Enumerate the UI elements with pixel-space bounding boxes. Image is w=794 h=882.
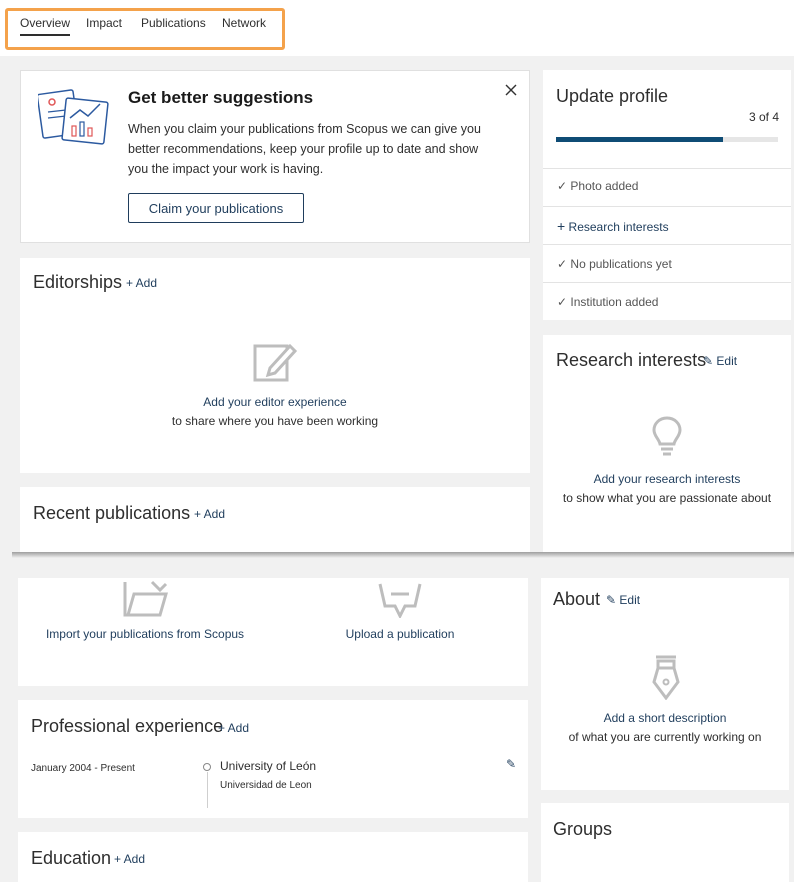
- about-title: About: [553, 589, 601, 609]
- profile-progress-track: [556, 137, 778, 142]
- education-add-button[interactable]: + Add: [114, 852, 145, 866]
- editorships-add-button[interactable]: + Add: [126, 276, 157, 290]
- editorships-empty-text: to share where you have been working: [171, 414, 379, 428]
- timeline-line: [207, 772, 208, 808]
- update-profile-list: ✓ Photo added + Research interests ✓ No …: [543, 168, 791, 320]
- lightbulb-icon: [652, 416, 682, 456]
- tab-overview[interactable]: Overview: [20, 16, 71, 36]
- check-icon: ✓: [557, 257, 568, 271]
- pencil-icon: ✎: [703, 354, 714, 368]
- add-editor-experience-link[interactable]: Add your editor experience: [20, 395, 530, 409]
- tab-network[interactable]: Network: [222, 16, 266, 30]
- update-profile-count: 3 of 4: [749, 110, 780, 124]
- profile-item-research-interests[interactable]: + Research interests: [557, 218, 669, 234]
- suggestion-title: Get better suggestions: [128, 88, 314, 107]
- education-title: Education: [31, 848, 112, 868]
- profile-item-institution: ✓ Institution added: [557, 295, 658, 309]
- edit-label: Edit: [619, 593, 641, 607]
- editorships-title: Editorships: [33, 272, 123, 292]
- profile-item-label: Photo added: [570, 179, 639, 193]
- experience-subtitle: Universidad de Leon: [220, 780, 312, 791]
- import-from-scopus-link[interactable]: Import your publications from Scopus: [20, 627, 270, 641]
- update-profile-title: Update profile: [556, 86, 669, 106]
- import-folder-icon: [123, 580, 168, 617]
- research-interests-edit-button[interactable]: ✎ Edit: [703, 354, 737, 368]
- recent-publications-add-button[interactable]: + Add: [194, 507, 225, 521]
- experience-institution: University of León: [220, 759, 317, 773]
- pencil-icon: ✎: [606, 593, 617, 607]
- research-interests-empty-text: to show what you are passionate about: [562, 491, 772, 505]
- profile-item-label: Research interests: [568, 220, 669, 234]
- check-icon: ✓: [557, 179, 568, 193]
- profile-progress-fill: [556, 137, 723, 142]
- upload-publication-link[interactable]: Upload a publication: [290, 627, 510, 641]
- tab-impact[interactable]: Impact: [86, 16, 122, 30]
- timeline-node: [203, 763, 211, 771]
- experience-dates: January 2004 - Present: [31, 763, 135, 774]
- edit-document-icon: [253, 343, 298, 382]
- plus-icon: +: [557, 218, 566, 234]
- upload-publication-icon: [378, 583, 422, 618]
- add-research-interests-link[interactable]: Add your research interests: [543, 472, 791, 486]
- about-empty-text: of what you are currently working on: [568, 730, 762, 744]
- recent-publications-title: Recent publications: [33, 503, 191, 523]
- about-edit-button[interactable]: ✎ Edit: [606, 593, 640, 607]
- add-description-link[interactable]: Add a short description: [541, 711, 789, 725]
- groups-card: [541, 803, 789, 882]
- close-icon[interactable]: [505, 84, 517, 96]
- profile-item-publications: ✓ No publications yet: [557, 257, 672, 271]
- edit-experience-icon[interactable]: ✎: [506, 757, 516, 771]
- suggestion-body-line-1: When you claim your publications from Sc…: [128, 122, 481, 136]
- professional-experience-add-button[interactable]: + Add: [218, 721, 249, 735]
- check-icon: ✓: [557, 295, 568, 309]
- research-interests-title: Research interests: [556, 350, 707, 370]
- profile-item-label: Institution added: [570, 295, 659, 309]
- edit-label: Edit: [716, 354, 738, 368]
- tab-publications[interactable]: Publications: [141, 16, 206, 30]
- claim-publications-button[interactable]: Claim your publications: [128, 193, 304, 223]
- suggestion-body-line-3: you the impact your work is having.: [128, 162, 324, 176]
- suggestion-body-line-2: better recommendations, keep your profil…: [128, 142, 479, 156]
- fountain-pen-icon: [652, 655, 680, 700]
- profile-item-label: No publications yet: [570, 257, 672, 271]
- profile-item-photo: ✓ Photo added: [557, 179, 638, 193]
- professional-experience-title: Professional experience: [31, 716, 224, 736]
- groups-title: Groups: [553, 819, 613, 839]
- publications-chart-icon: [38, 89, 109, 145]
- section-shadow: [12, 552, 794, 558]
